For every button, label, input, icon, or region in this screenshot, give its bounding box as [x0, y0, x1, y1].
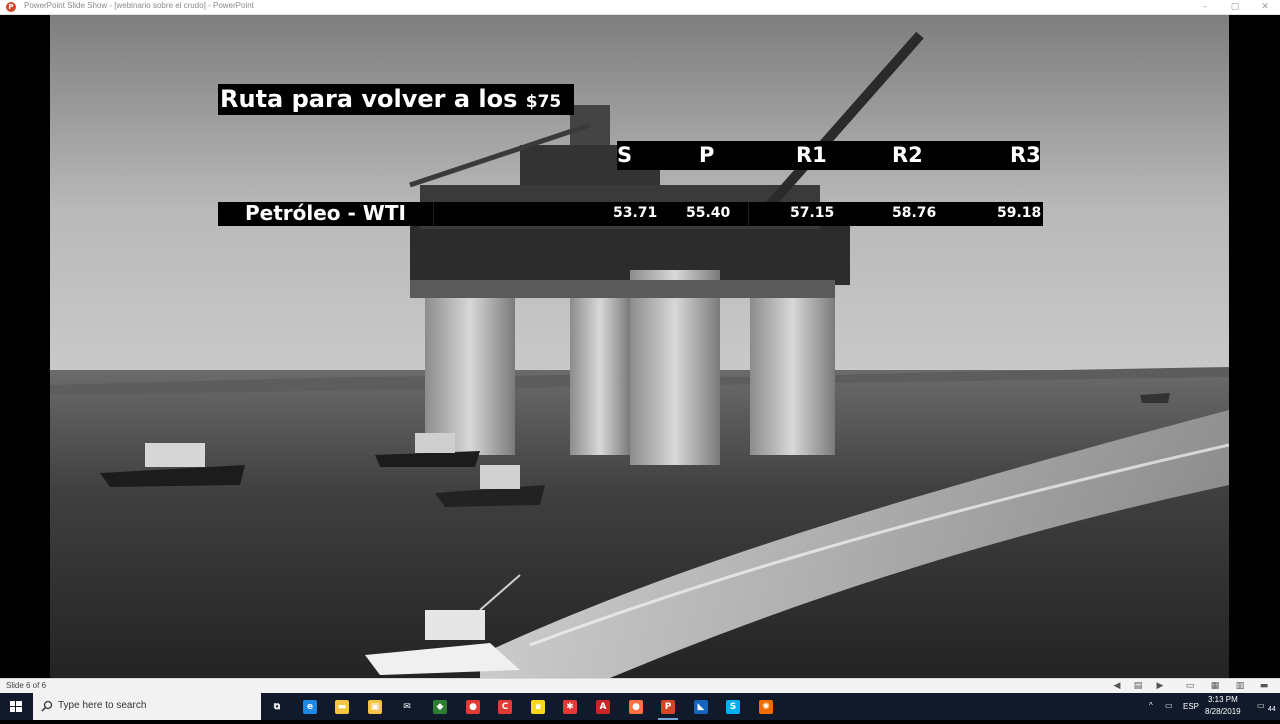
row-label-wti: Petróleo - WTI: [245, 201, 406, 225]
slide-menu-icon[interactable]: ▤: [1132, 681, 1144, 691]
taskbar-app-chrome[interactable]: ●: [463, 697, 483, 716]
slideshow-view-icon[interactable]: ▬: [1258, 681, 1270, 691]
search-icon: [41, 700, 53, 712]
taskbar-app-app-orange[interactable]: ✺: [756, 697, 776, 716]
header-s: S: [617, 143, 633, 167]
slide-sorter-icon[interactable]: ▦: [1209, 681, 1221, 691]
show-hidden-icons-icon[interactable]: ^: [1149, 701, 1153, 710]
slide-title-box: Ruta para volver a los $75: [218, 84, 574, 115]
window-title: PowerPoint Slide Show - [webinario sobre…: [24, 1, 254, 10]
value-p: 55.40: [686, 205, 731, 221]
status-bar: Slide 6 of 6 ◀ ▤ ▶ ▭ ▦ ▥ ▬: [0, 678, 1280, 693]
taskbar-app-app-green[interactable]: ◆: [430, 697, 450, 716]
row-divider: [748, 202, 749, 226]
taskbar-app-mail[interactable]: ✉: [397, 697, 417, 716]
notifications-icon[interactable]: ▭: [1257, 701, 1265, 710]
taskbar: Type here to search ⧉ e ▬ ▣ ✉ ◆ ● C ▪ ✱ A ● P ◣ S ✺ ^ ▭…: [0, 693, 1280, 720]
notification-count: 44: [1268, 706, 1276, 713]
taskbar-app-acrobat[interactable]: A: [593, 697, 613, 716]
reading-view-icon[interactable]: ▥: [1234, 681, 1246, 691]
taskbar-app-powerpoint[interactable]: P: [658, 697, 678, 720]
taskbar-app-app-red[interactable]: C: [495, 697, 515, 716]
app-red-icon: C: [498, 700, 512, 714]
app-blue-icon: ◣: [694, 700, 708, 714]
taskbar-app-file-explorer[interactable]: ▬: [332, 697, 352, 716]
header-r2: R2: [892, 143, 923, 167]
header-r3: R3: [1010, 143, 1041, 167]
powerpoint-icon: P: [661, 700, 675, 714]
taskbar-app-firefox[interactable]: ●: [626, 697, 646, 716]
slide-counter: Slide 6 of 6: [6, 681, 47, 690]
start-button[interactable]: [0, 693, 32, 720]
slide-title-main: Ruta para volver a los: [220, 85, 526, 113]
header-r1: R1: [796, 143, 827, 167]
windows-logo-icon: [10, 701, 22, 712]
mail-icon: ✉: [400, 700, 414, 714]
table-row: Petróleo - WTI 53.71 55.40 57.15 58.76 5…: [218, 201, 1043, 226]
normal-view-icon[interactable]: ▭: [1184, 681, 1196, 691]
value-r3: 59.18: [997, 205, 1042, 221]
taskbar-app-messaging[interactable]: ✱: [560, 697, 580, 716]
powerpoint-app-icon: P: [6, 2, 16, 12]
app-orange-icon: ✺: [759, 700, 773, 714]
system-tray: ^ ▭ ESP 3:13 PM 8/28/2019 ▭ 44: [1145, 693, 1280, 720]
search-placeholder: Type here to search: [58, 700, 147, 711]
slideshow-area: Ruta para volver a los $75 S P R1 R2 R3 …: [0, 15, 1280, 678]
table-header-row: S P R1 R2 R3: [617, 141, 1041, 170]
taskbar-app-edge[interactable]: e: [300, 697, 320, 716]
chrome-icon: ●: [466, 700, 480, 714]
clock-time[interactable]: 3:13 PM: [1208, 695, 1238, 704]
row-divider: [433, 202, 434, 226]
slide-title: Ruta para volver a los $75: [220, 85, 561, 113]
taskbar-app-store[interactable]: ▣: [365, 697, 385, 716]
taskbar-app-skype[interactable]: S: [723, 697, 743, 716]
firefox-icon: ●: [629, 700, 643, 714]
task-view-icon: ⧉: [270, 700, 284, 714]
acrobat-icon: A: [596, 700, 610, 714]
clock-date[interactable]: 8/28/2019: [1205, 707, 1241, 716]
previous-slide-icon[interactable]: ◀: [1111, 681, 1123, 691]
taskbar-app-sticky-notes[interactable]: ▪: [528, 697, 548, 716]
minimize-button[interactable]: –: [1190, 0, 1220, 14]
slide[interactable]: Ruta para volver a los $75 S P R1 R2 R3 …: [50, 15, 1229, 678]
messaging-icon: ✱: [563, 700, 577, 714]
header-p: P: [699, 143, 715, 167]
window-title-bar: P PowerPoint Slide Show - [webinario sob…: [0, 0, 1280, 15]
value-r1: 57.15: [790, 205, 835, 221]
close-button[interactable]: ✕: [1250, 0, 1280, 14]
edge-icon: e: [303, 700, 317, 714]
value-r2: 58.76: [892, 205, 937, 221]
store-icon: ▣: [368, 700, 382, 714]
language-indicator[interactable]: ESP: [1183, 702, 1199, 711]
value-s: 53.71: [613, 205, 658, 221]
file-explorer-icon: ▬: [335, 700, 349, 714]
next-slide-icon[interactable]: ▶: [1154, 681, 1166, 691]
taskbar-app-app-blue[interactable]: ◣: [691, 697, 711, 716]
maximize-button[interactable]: ▢: [1220, 0, 1250, 14]
taskbar-app-task-view[interactable]: ⧉: [267, 697, 287, 716]
slide-title-price: $75: [525, 92, 562, 112]
skype-icon: S: [726, 700, 740, 714]
app-green-icon: ◆: [433, 700, 447, 714]
sticky-notes-icon: ▪: [531, 700, 545, 714]
taskbar-search-box[interactable]: Type here to search: [33, 693, 261, 720]
network-icon[interactable]: ▭: [1165, 701, 1173, 710]
